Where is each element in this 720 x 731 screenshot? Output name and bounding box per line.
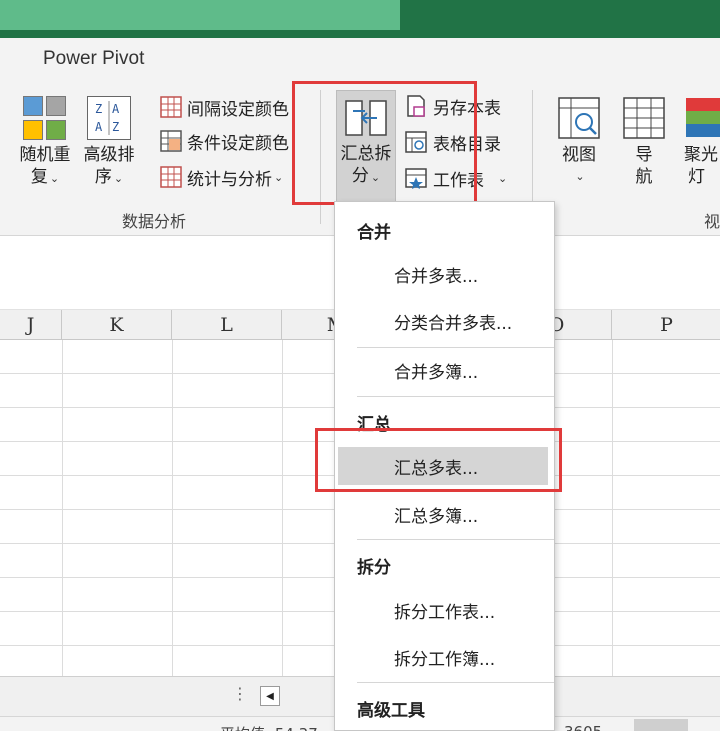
chevron-down-icon: ⌄ xyxy=(575,170,585,183)
chevron-down-icon: ⌄ xyxy=(274,170,284,184)
navigation-button[interactable]: 导 航 xyxy=(620,96,668,188)
menu-item-category-merge[interactable]: 分类合并多表... xyxy=(335,302,554,340)
menu-separator xyxy=(357,539,554,540)
advanced-sort-button[interactable]: Z A A Z 高级排 序 ⌄ xyxy=(80,96,138,190)
status-count: 3605 xyxy=(564,723,602,731)
random-repeat-button[interactable]: 随机重 复 ⌄ xyxy=(16,96,74,190)
more-options-icon[interactable]: ⋮ xyxy=(232,684,248,703)
stats-analysis-button[interactable]: 统计与分析 ⌄ xyxy=(160,164,283,190)
tab-power-pivot[interactable]: Power Pivot xyxy=(43,48,144,70)
interval-color-icon xyxy=(160,96,182,118)
spotlight-button[interactable]: 聚光 灯 xyxy=(684,96,720,188)
random-grid-icon xyxy=(23,96,67,140)
condition-color-icon xyxy=(160,130,182,152)
view-button[interactable]: 视图 ⌄ xyxy=(554,96,604,188)
column-header-l[interactable]: L xyxy=(172,310,282,340)
menu-item-split-book[interactable]: 拆分工作簿... xyxy=(335,638,554,676)
normal-view-button[interactable] xyxy=(634,719,688,731)
menu-separator xyxy=(357,347,554,348)
menu-item-split-sheet[interactable]: 拆分工作表... xyxy=(335,591,554,629)
column-header-j[interactable]: J xyxy=(0,310,62,340)
svg-text:A: A xyxy=(112,102,120,116)
scroll-left-button[interactable]: ◀ xyxy=(260,686,280,706)
svg-text:A: A xyxy=(95,120,103,134)
chevron-down-icon: ⌄ xyxy=(498,171,508,185)
interval-color-button[interactable]: 间隔设定颜色 xyxy=(160,94,289,120)
menu-item-summary-multi-book[interactable]: 汇总多簿... xyxy=(335,495,554,533)
menu-heading-merge: 合并 xyxy=(357,223,391,243)
status-average: 平均值: 54.37 xyxy=(220,723,318,731)
column-header-p[interactable]: P xyxy=(612,310,720,340)
menu-heading-advanced: 高级工具 xyxy=(357,701,425,721)
annotation-highlight-box xyxy=(292,81,477,205)
stats-table-icon xyxy=(160,166,182,188)
view-icon xyxy=(558,97,600,139)
svg-text:Z: Z xyxy=(95,102,102,116)
column-header-k[interactable]: K xyxy=(62,310,172,340)
sort-az-icon: Z A A Z xyxy=(87,96,131,140)
menu-item-merge-multi-table[interactable]: 合并多表... xyxy=(335,255,554,293)
group-label-data-analysis: 数据分析 xyxy=(122,212,187,231)
svg-text:Z: Z xyxy=(112,120,119,134)
navigation-icon xyxy=(623,97,665,139)
title-bar-accent xyxy=(0,0,400,30)
menu-item-merge-multi-book[interactable]: 合并多簿... xyxy=(335,351,554,389)
condition-color-button[interactable]: 条件设定颜色 xyxy=(160,128,289,154)
menu-heading-split: 拆分 xyxy=(357,558,391,578)
menu-separator xyxy=(357,396,554,397)
spotlight-icon xyxy=(686,98,720,137)
group-label-view: 视 xyxy=(704,212,720,231)
menu-separator xyxy=(357,682,554,683)
annotation-highlight-box xyxy=(315,428,562,492)
